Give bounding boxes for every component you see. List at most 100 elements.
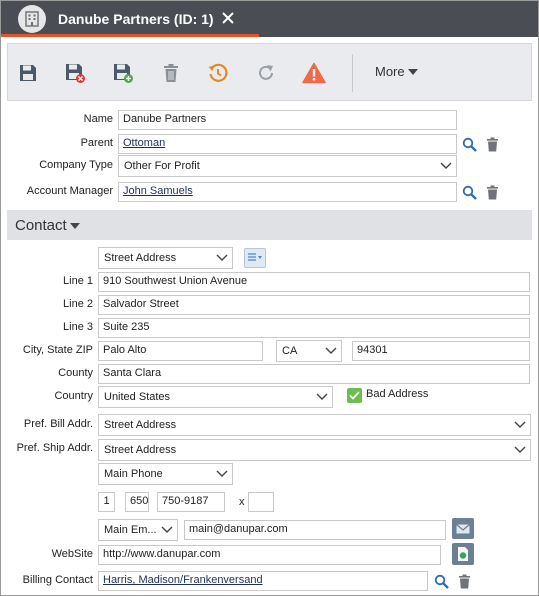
caret-down-icon: [407, 68, 418, 75]
save-and-close-button[interactable]: [63, 61, 87, 85]
trash-icon: [486, 185, 498, 199]
city-field[interactable]: Palo Alto: [98, 341, 263, 361]
email-value: main@danupar.com: [189, 523, 288, 535]
close-icon[interactable]: [219, 9, 237, 27]
phone-area-field[interactable]: 650: [125, 492, 149, 512]
building-icon: [18, 5, 46, 33]
line3-field[interactable]: Suite 235: [98, 318, 530, 338]
account-manager-value: John Samuels: [123, 185, 193, 197]
billing-contact-value: Harris, Madison/Frankenversand: [103, 574, 263, 586]
delete-button[interactable]: [159, 61, 183, 85]
email-type-value: Main Em...: [104, 524, 157, 536]
floppy-disk-icon: [20, 65, 36, 81]
save-and-new-button[interactable]: [111, 61, 135, 85]
phone-ext-label: x: [239, 496, 245, 508]
active-tab-indicator: [1, 34, 259, 37]
phone-country-field[interactable]: 1: [98, 492, 115, 512]
country-select[interactable]: United States: [98, 386, 333, 408]
pref-ship-value: Street Address: [104, 444, 177, 456]
phone-country-value: 1: [103, 495, 110, 507]
account-manager-label: Account Manager: [26, 185, 113, 197]
save-button[interactable]: [16, 61, 40, 85]
line1-value: 910 Southwest Union Avenue: [103, 275, 248, 287]
account-manager-field[interactable]: John Samuels: [118, 182, 457, 202]
refresh-button[interactable]: [254, 61, 278, 85]
send-email-button[interactable]: [452, 518, 474, 539]
billing-contact-clear-icon[interactable]: [455, 572, 473, 590]
address-menu-button[interactable]: [244, 248, 266, 268]
chevron-down-icon: [161, 526, 173, 533]
city-state-zip-label: City, State ZIP: [22, 344, 93, 356]
chevron-down-icon: [440, 162, 452, 169]
more-label: More: [375, 64, 405, 79]
floppy-disk-x-icon: [66, 64, 85, 83]
phone-area-value: 650: [130, 495, 149, 507]
pref-ship-select[interactable]: Street Address: [98, 439, 531, 461]
name-label: Name: [83, 113, 113, 125]
title-bar: Danube Partners (ID: 1): [1, 1, 538, 37]
contact-section-header: Contact: [7, 210, 532, 240]
list-dropdown-icon: [248, 253, 262, 261]
window-title: Danube Partners (ID: 1): [58, 11, 214, 27]
search-icon: [462, 185, 477, 200]
pref-bill-value: Street Address: [104, 419, 177, 431]
parent-clear-icon[interactable]: [483, 135, 501, 153]
search-icon: [434, 574, 449, 589]
zip-value: 94301: [357, 344, 388, 356]
pref-bill-label: Pref. Bill Addr.: [23, 418, 93, 430]
name-value: Danube Partners: [123, 113, 207, 125]
phone-ext-field[interactable]: [248, 492, 274, 512]
county-value: Santa Clara: [103, 367, 162, 379]
pref-ship-label: Pref. Ship Addr.: [16, 442, 93, 454]
contact-section-toggle[interactable]: Contact: [15, 217, 80, 234]
phone-number-field[interactable]: 750-9187: [157, 492, 225, 512]
line1-label: Line 1: [63, 275, 93, 287]
phone-number-value: 750-9187: [162, 495, 209, 507]
checkmark-icon: [349, 391, 360, 400]
line3-label: Line 3: [63, 321, 93, 333]
company-type-select[interactable]: Other For Profit: [118, 155, 457, 177]
company-type-value: Other For Profit: [124, 160, 200, 172]
zip-field[interactable]: 94301: [352, 341, 530, 361]
line1-field[interactable]: 910 Southwest Union Avenue: [98, 272, 530, 292]
billing-contact-label: Billing Contact: [22, 574, 93, 586]
bad-address-checkbox[interactable]: [347, 388, 362, 403]
state-select[interactable]: CA: [276, 340, 342, 362]
line2-field[interactable]: Salvador Street: [98, 295, 530, 315]
parent-search-icon[interactable]: [460, 135, 478, 153]
address-type-value: Street Address: [104, 252, 177, 264]
parent-field[interactable]: Ottoman: [118, 134, 457, 154]
website-value: http://www.danupar.com: [103, 548, 221, 560]
alert-button[interactable]: [302, 61, 326, 85]
floppy-disk-plus-icon: [114, 64, 133, 83]
search-icon: [462, 137, 477, 152]
more-menu-button[interactable]: More: [375, 64, 418, 79]
phone-type-select[interactable]: Main Phone: [98, 463, 233, 485]
city-value: Palo Alto: [103, 344, 147, 356]
pref-bill-select[interactable]: Street Address: [98, 414, 531, 436]
toolbar: More: [7, 43, 532, 101]
phone-type-value: Main Phone: [104, 468, 163, 480]
parent-label: Parent: [80, 137, 113, 149]
billing-contact-search-icon[interactable]: [432, 572, 450, 590]
account-manager-clear-icon[interactable]: [483, 183, 501, 201]
county-label: County: [58, 367, 93, 379]
chevron-down-icon: [316, 393, 328, 400]
chevron-down-icon: [325, 347, 337, 354]
state-value: CA: [282, 345, 298, 357]
email-field[interactable]: main@danupar.com: [184, 520, 446, 540]
billing-contact-field[interactable]: Harris, Madison/Frankenversand: [98, 571, 428, 591]
county-field[interactable]: Santa Clara: [98, 364, 530, 384]
address-type-select[interactable]: Street Address: [98, 247, 233, 269]
website-label: WebSite: [51, 548, 93, 560]
country-value: United States: [104, 391, 171, 403]
email-type-select[interactable]: Main Em...: [98, 519, 178, 541]
history-button[interactable]: [206, 61, 230, 85]
trash-icon: [164, 64, 178, 82]
open-website-button[interactable]: [452, 543, 474, 565]
website-field[interactable]: http://www.danupar.com: [98, 545, 441, 565]
account-manager-search-icon[interactable]: [460, 183, 478, 201]
toolbar-separator: [352, 54, 353, 92]
chevron-down-icon: [514, 446, 526, 453]
name-field[interactable]: Danube Partners: [118, 110, 457, 130]
